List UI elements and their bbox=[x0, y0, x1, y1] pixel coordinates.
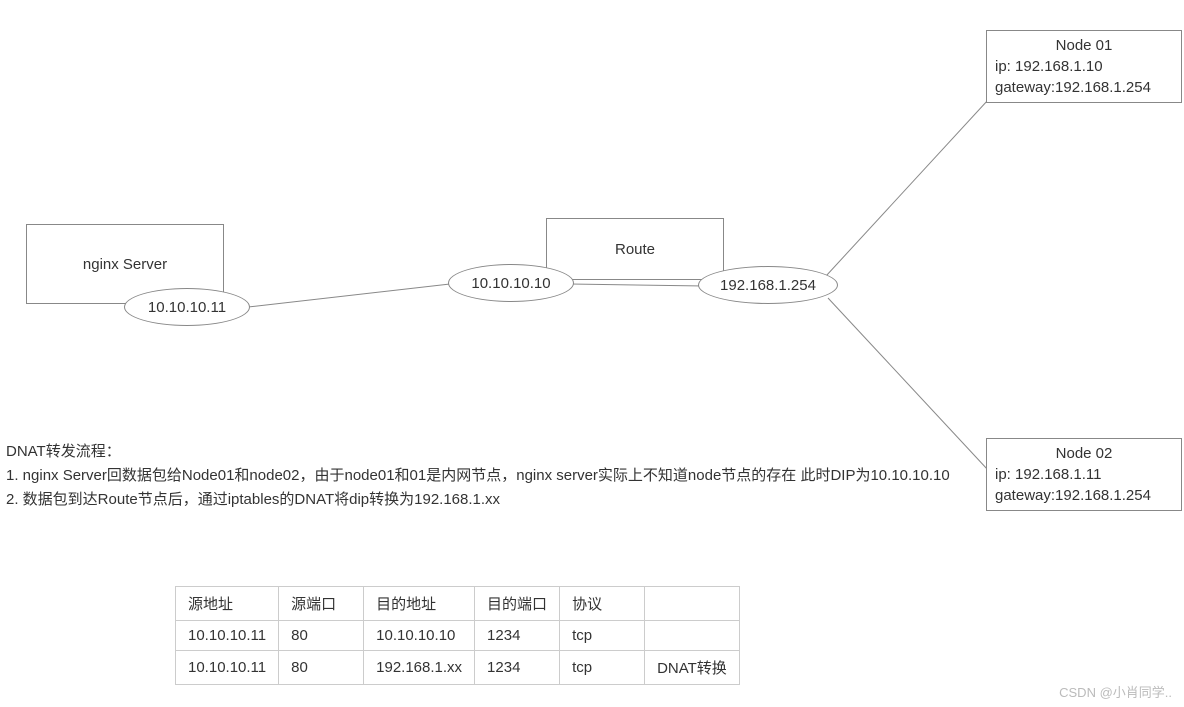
packet-table: 源地址 源端口 目的地址 目的端口 协议 10.10.10.11 80 10.1… bbox=[175, 586, 740, 685]
node01-title: Node 01 bbox=[995, 35, 1173, 56]
route-left-ip-ellipse: 10.10.10.10 bbox=[448, 264, 574, 302]
node01-ip: ip: 192.168.1.10 bbox=[995, 56, 1173, 77]
table-row: 10.10.10.11 80 192.168.1.xx 1234 tcp DNA… bbox=[176, 651, 740, 685]
cell-src-port: 80 bbox=[279, 651, 364, 685]
nginx-ip-text: 10.10.10.11 bbox=[148, 299, 226, 316]
th-note bbox=[645, 587, 740, 621]
th-src-port: 源端口 bbox=[279, 587, 364, 621]
node02-gateway: gateway:192.168.1.254 bbox=[995, 485, 1173, 506]
cell-note bbox=[645, 621, 740, 651]
th-dst-port: 目的端口 bbox=[475, 587, 560, 621]
desc-line1: 1. nginx Server回数据包给Node01和node02，由于node… bbox=[6, 464, 966, 488]
node02-box: Node 02 ip: 192.168.1.11 gateway:192.168… bbox=[986, 438, 1182, 511]
nginx-server-label: nginx Server bbox=[83, 256, 167, 273]
route-left-ip-text: 10.10.10.10 bbox=[471, 275, 550, 292]
cell-dst-port: 1234 bbox=[475, 621, 560, 651]
cell-proto: tcp bbox=[560, 621, 645, 651]
cell-src-port: 80 bbox=[279, 621, 364, 651]
watermark-text: CSDN @小肖同学.. bbox=[1059, 682, 1172, 701]
cell-src-addr: 10.10.10.11 bbox=[176, 651, 279, 685]
route-right-ip-text: 192.168.1.254 bbox=[720, 277, 816, 294]
route-box: Route bbox=[546, 218, 724, 280]
cell-src-addr: 10.10.10.11 bbox=[176, 621, 279, 651]
table-header-row: 源地址 源端口 目的地址 目的端口 协议 bbox=[176, 587, 740, 621]
cell-proto: tcp bbox=[560, 651, 645, 685]
th-proto: 协议 bbox=[560, 587, 645, 621]
desc-line2: 2. 数据包到达Route节点后，通过iptables的DNAT将dip转换为1… bbox=[6, 488, 966, 512]
cell-note: DNAT转换 bbox=[645, 651, 740, 685]
cell-dst-addr: 192.168.1.xx bbox=[364, 651, 475, 685]
th-src-addr: 源地址 bbox=[176, 587, 279, 621]
packet-table-wrap: 源地址 源端口 目的地址 目的端口 协议 10.10.10.11 80 10.1… bbox=[175, 586, 740, 685]
diagram-canvas: nginx Server 10.10.10.11 Route 10.10.10.… bbox=[0, 0, 1184, 707]
route-label: Route bbox=[615, 241, 655, 258]
node01-box: Node 01 ip: 192.168.1.10 gateway:192.168… bbox=[986, 30, 1182, 103]
nginx-ip-ellipse: 10.10.10.11 bbox=[124, 288, 250, 326]
th-dst-addr: 目的地址 bbox=[364, 587, 475, 621]
route-right-ip-ellipse: 192.168.1.254 bbox=[698, 266, 838, 304]
desc-heading: DNAT转发流程： bbox=[6, 440, 966, 464]
node02-ip: ip: 192.168.1.11 bbox=[995, 464, 1173, 485]
cell-dst-addr: 10.10.10.10 bbox=[364, 621, 475, 651]
description-block: DNAT转发流程： 1. nginx Server回数据包给Node01和nod… bbox=[6, 440, 966, 512]
cell-dst-port: 1234 bbox=[475, 651, 560, 685]
node01-gateway: gateway:192.168.1.254 bbox=[995, 77, 1173, 98]
node02-title: Node 02 bbox=[995, 443, 1173, 464]
table-row: 10.10.10.11 80 10.10.10.10 1234 tcp bbox=[176, 621, 740, 651]
